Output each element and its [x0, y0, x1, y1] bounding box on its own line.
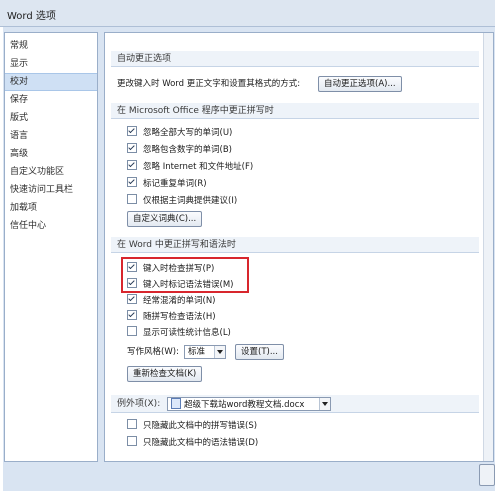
option-grammar-with-spelling[interactable]: 随拼写检查语法(H): [127, 310, 216, 324]
checkbox-icon[interactable]: [127, 160, 137, 170]
sidebar-item-trust-center[interactable]: 信任中心: [5, 217, 97, 235]
checkbox-icon[interactable]: [127, 177, 137, 187]
option-main-dictionary-only[interactable]: 仅根据主词典提供建议(I): [127, 194, 237, 208]
chevron-down-icon[interactable]: [319, 398, 330, 410]
checkbox-icon[interactable]: [127, 294, 137, 304]
option-label: 忽略包含数字的单词(B): [143, 145, 232, 155]
checkbox-icon[interactable]: [127, 436, 137, 446]
option-label: 只隐藏此文档中的拼写错误(S): [143, 421, 258, 431]
option-flag-repeated[interactable]: 标记重复单词(R): [127, 177, 207, 191]
recheck-document-button[interactable]: 重新检查文档(K): [127, 366, 203, 382]
writing-style-select[interactable]: 标准: [184, 345, 226, 359]
exceptions-label: 例外项(X):: [117, 399, 161, 409]
option-label: 标记重复单词(R): [143, 179, 207, 189]
custom-dictionaries-button[interactable]: 自定义词典(C)...: [127, 211, 203, 227]
sidebar-item-quick-access-toolbar[interactable]: 快速访问工具栏: [5, 181, 97, 199]
sidebar-item-customize-ribbon[interactable]: 自定义功能区: [5, 163, 97, 181]
autocorrect-options-button[interactable]: 自动更正选项(A)...: [318, 76, 402, 92]
sidebar: 常规 显示 校对 保存 版式 语言 高级 自定义功能区 快速访问工具栏 加载项 …: [4, 32, 98, 462]
sidebar-item-save[interactable]: 保存: [5, 91, 97, 109]
option-label: 随拼写检查语法(H): [143, 312, 216, 322]
sidebar-item-display[interactable]: 显示: [5, 55, 97, 73]
checkbox-icon[interactable]: [127, 326, 137, 336]
sidebar-item-proofing[interactable]: 校对: [5, 73, 97, 91]
option-label: 只隐藏此文档中的语法错误(D): [143, 438, 259, 448]
option-readability-stats[interactable]: 显示可读性统计信息(L): [127, 326, 231, 340]
section-header-office-spelling: 在 Microsoft Office 程序中更正拼写时: [111, 103, 479, 119]
word-document-icon: [171, 398, 181, 409]
exceptions-document-value: 超级下载站word教程文档.docx: [184, 400, 305, 410]
exceptions-document-select[interactable]: 超级下载站word教程文档.docx: [167, 397, 331, 411]
ok-button-partial[interactable]: [479, 464, 495, 486]
option-ignore-uppercase[interactable]: 忽略全部大写的单词(U): [127, 126, 232, 140]
option-label: 经常混淆的单词(N): [143, 296, 216, 306]
checkbox-icon[interactable]: [127, 310, 137, 320]
writing-style-label: 写作风格(W):: [127, 347, 179, 357]
option-confused-words[interactable]: 经常混淆的单词(N): [127, 294, 216, 308]
option-hide-spelling-errors[interactable]: 只隐藏此文档中的拼写错误(S): [127, 419, 257, 433]
options-content: 自动更正选项 更改键入时 Word 更正文字和设置其格式的方式: 自动更正选项(…: [104, 32, 494, 462]
sidebar-item-add-ins[interactable]: 加载项: [5, 199, 97, 217]
checkbox-icon[interactable]: [127, 194, 137, 204]
vertical-scrollbar[interactable]: [483, 33, 493, 461]
option-hide-grammar-errors[interactable]: 只隐藏此文档中的语法错误(D): [127, 436, 258, 450]
sidebar-item-layout[interactable]: 版式: [5, 109, 97, 127]
autocorrect-description: 更改键入时 Word 更正文字和设置其格式的方式:: [117, 79, 301, 89]
sidebar-item-general[interactable]: 常规: [5, 37, 97, 55]
option-label: 忽略全部大写的单词(U): [143, 128, 233, 138]
grammar-settings-button[interactable]: 设置(T)...: [235, 344, 284, 360]
checkbox-icon[interactable]: [127, 419, 137, 429]
option-label: 显示可读性统计信息(L): [143, 328, 231, 338]
checkbox-icon[interactable]: [127, 143, 137, 153]
option-label: 忽略 Internet 和文件地址(F): [143, 162, 254, 172]
sidebar-item-language[interactable]: 语言: [5, 127, 97, 145]
window-title: Word 选项: [7, 11, 56, 22]
title-bar: Word 选项: [0, 0, 495, 27]
section-header-autocorrect: 自动更正选项: [111, 51, 479, 67]
option-ignore-internet[interactable]: 忽略 Internet 和文件地址(F): [127, 160, 253, 174]
chevron-down-icon[interactable]: [214, 346, 225, 358]
option-ignore-numbers[interactable]: 忽略包含数字的单词(B): [127, 143, 232, 157]
highlight-box: [121, 257, 249, 293]
checkbox-icon[interactable]: [127, 126, 137, 136]
sidebar-item-advanced[interactable]: 高级: [5, 145, 97, 163]
section-header-word-spelling: 在 Word 中更正拼写和语法时: [111, 237, 479, 253]
writing-style-value: 标准: [188, 347, 206, 357]
option-label: 仅根据主词典提供建议(I): [143, 196, 238, 206]
